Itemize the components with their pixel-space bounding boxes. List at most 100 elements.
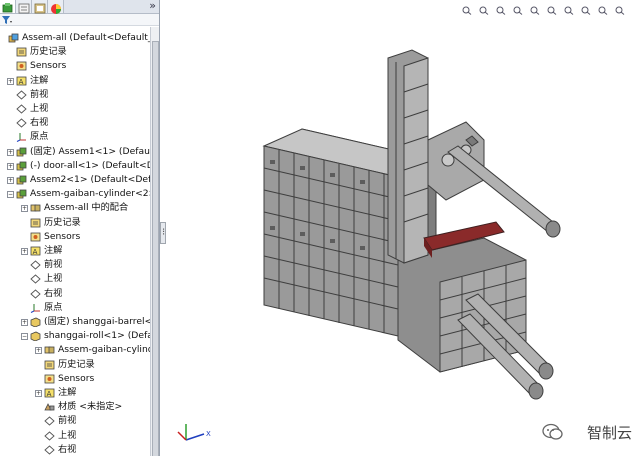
tab-configuration-manager[interactable]: [32, 0, 48, 14]
collapse-icon[interactable]: −: [21, 333, 28, 341]
expand-icon[interactable]: +: [21, 248, 28, 255]
baler-assembly-model[interactable]: X: [166, 0, 640, 456]
expand-icon[interactable]: +: [21, 319, 28, 326]
history-icon: [16, 47, 27, 57]
expand-icon[interactable]: +: [35, 347, 42, 355]
tree-item-label: 前视: [44, 259, 63, 271]
history-icon: [44, 360, 55, 370]
tree-scrollbar[interactable]: [150, 27, 159, 456]
panel-tabs: »: [0, 0, 159, 14]
expand-icon[interactable]: +: [21, 205, 28, 213]
svg-text:A: A: [33, 248, 38, 256]
tree-item[interactable]: + Assem2<1> (Default<Defau: [0, 173, 150, 187]
collapse-icon[interactable]: −: [7, 191, 14, 199]
tree-item[interactable]: 前视: [0, 258, 150, 272]
subassembly-icon: [16, 161, 27, 171]
origin-icon: [16, 132, 27, 143]
tree-item[interactable]: + (固定) Assem1<1> (Default: [0, 145, 150, 159]
tree-item[interactable]: Sensors: [0, 59, 150, 73]
sensors-icon: [16, 61, 27, 71]
tree-item[interactable]: 前视: [0, 88, 150, 102]
tree-item-label: 材质 <未指定>: [58, 401, 123, 413]
scrollbar-thumb[interactable]: [152, 41, 159, 456]
filter-icon[interactable]: [1, 15, 13, 25]
expand-icon[interactable]: +: [35, 390, 42, 397]
tree-item[interactable]: Assem-all (Default<Default_Di: [0, 31, 150, 45]
mates-icon: [44, 345, 55, 355]
tree-item-label: 右视: [58, 443, 77, 455]
tree-item[interactable]: 历史记录: [0, 45, 150, 59]
tree-item[interactable]: + A 注解: [0, 244, 150, 258]
tree-item-label: 前视: [58, 415, 77, 427]
annotations-icon: A: [16, 76, 27, 86]
tree-item[interactable]: + (-) door-all<1> (Default<D: [0, 159, 150, 173]
plane-icon: [16, 104, 27, 114]
material-icon: [44, 402, 55, 412]
tree-item-label: shanggai-roll<1> (Defa: [44, 330, 150, 342]
tree-item-label: Sensors: [58, 372, 95, 384]
tree-item[interactable]: + Assem-gaiban-cylind: [0, 343, 150, 357]
expand-icon[interactable]: +: [7, 162, 14, 170]
tree-item[interactable]: Sensors: [0, 372, 150, 386]
subassembly-icon: [16, 175, 27, 185]
tab-feature-manager[interactable]: [0, 0, 16, 13]
expand-icon[interactable]: +: [7, 177, 14, 184]
tree-item[interactable]: 材质 <未指定>: [0, 400, 150, 414]
plane-icon: [44, 416, 55, 426]
tree-item[interactable]: 上视: [0, 429, 150, 443]
tab-display-manager[interactable]: [48, 0, 64, 14]
tree-item-label: 原点: [44, 301, 63, 313]
subassembly-icon: [16, 147, 27, 157]
history-icon: [30, 218, 41, 228]
svg-text:A: A: [47, 390, 52, 398]
tree-item-label: 注解: [30, 74, 49, 86]
tree-item[interactable]: 上视: [0, 102, 150, 116]
tree-item[interactable]: + Assem-all 中的配合: [0, 201, 150, 215]
tree-item[interactable]: Sensors: [0, 230, 150, 244]
tree-item-label: Assem-gaiban-cylinder<2>: [30, 188, 150, 200]
tree-filter-row: [0, 14, 159, 26]
tree-item[interactable]: − Assem-gaiban-cylinder<2>: [0, 187, 150, 201]
feature-tree: Assem-all (Default<Default_Di 历史记录 Sensors…: [0, 31, 150, 456]
tree-item[interactable]: 历史记录: [0, 216, 150, 230]
tab-property-manager[interactable]: [16, 0, 32, 14]
expand-icon[interactable]: +: [7, 148, 14, 156]
subassembly-icon: [16, 189, 27, 199]
plane-icon: [16, 90, 27, 100]
tree-item-label: Sensors: [44, 230, 81, 242]
tree-item-label: Assem-all 中的配合: [44, 202, 129, 214]
tree-item[interactable]: + (固定) shanggai-barrel<: [0, 315, 150, 329]
tree-item[interactable]: 右视: [0, 443, 150, 456]
tree-item[interactable]: + A 注解: [0, 386, 150, 400]
tree-item[interactable]: 原点: [0, 130, 150, 144]
tree-item-label: 历史记录: [44, 216, 81, 228]
plane-icon: [30, 260, 41, 270]
tree-item-label: (-) door-all<1> (Default<D: [30, 159, 150, 171]
tree-item-label: Assem-all (Default<Default_Di: [22, 32, 150, 43]
tree-item-label: 前视: [30, 88, 49, 100]
tree-item[interactable]: 原点: [0, 301, 150, 315]
tree-item[interactable]: − shanggai-roll<1> (Defa: [0, 329, 150, 343]
plane-icon: [30, 274, 41, 284]
tree-item[interactable]: 右视: [0, 116, 150, 130]
mates-icon: [30, 203, 41, 213]
plane-icon: [30, 288, 41, 299]
feature-manager-panel: » Assem-all (Default<Default_Di 历史记录 Senso…: [0, 0, 160, 456]
expand-icon[interactable]: +: [7, 77, 14, 85]
tree-item-label: 注解: [58, 387, 77, 398]
part-icon: [30, 331, 41, 342]
tree-item[interactable]: 历史记录: [0, 358, 150, 372]
tree-item-label: 右视: [44, 287, 63, 299]
plane-icon: [44, 430, 55, 441]
tree-item[interactable]: + A 注解: [0, 74, 150, 88]
tree-item[interactable]: 右视: [0, 287, 150, 301]
tabs-overflow-button[interactable]: »: [149, 0, 156, 12]
graphics-viewport[interactable]: X 智制云: [166, 0, 640, 456]
annotations-icon: A: [30, 246, 41, 256]
tree-item[interactable]: 前视: [0, 414, 150, 428]
svg-text:A: A: [19, 78, 24, 86]
plane-icon: [16, 118, 27, 128]
annotations-icon: A: [44, 388, 55, 398]
tree-item[interactable]: 上视: [0, 272, 150, 286]
tree-item-label: (固定) Assem1<1> (Default: [30, 145, 150, 157]
